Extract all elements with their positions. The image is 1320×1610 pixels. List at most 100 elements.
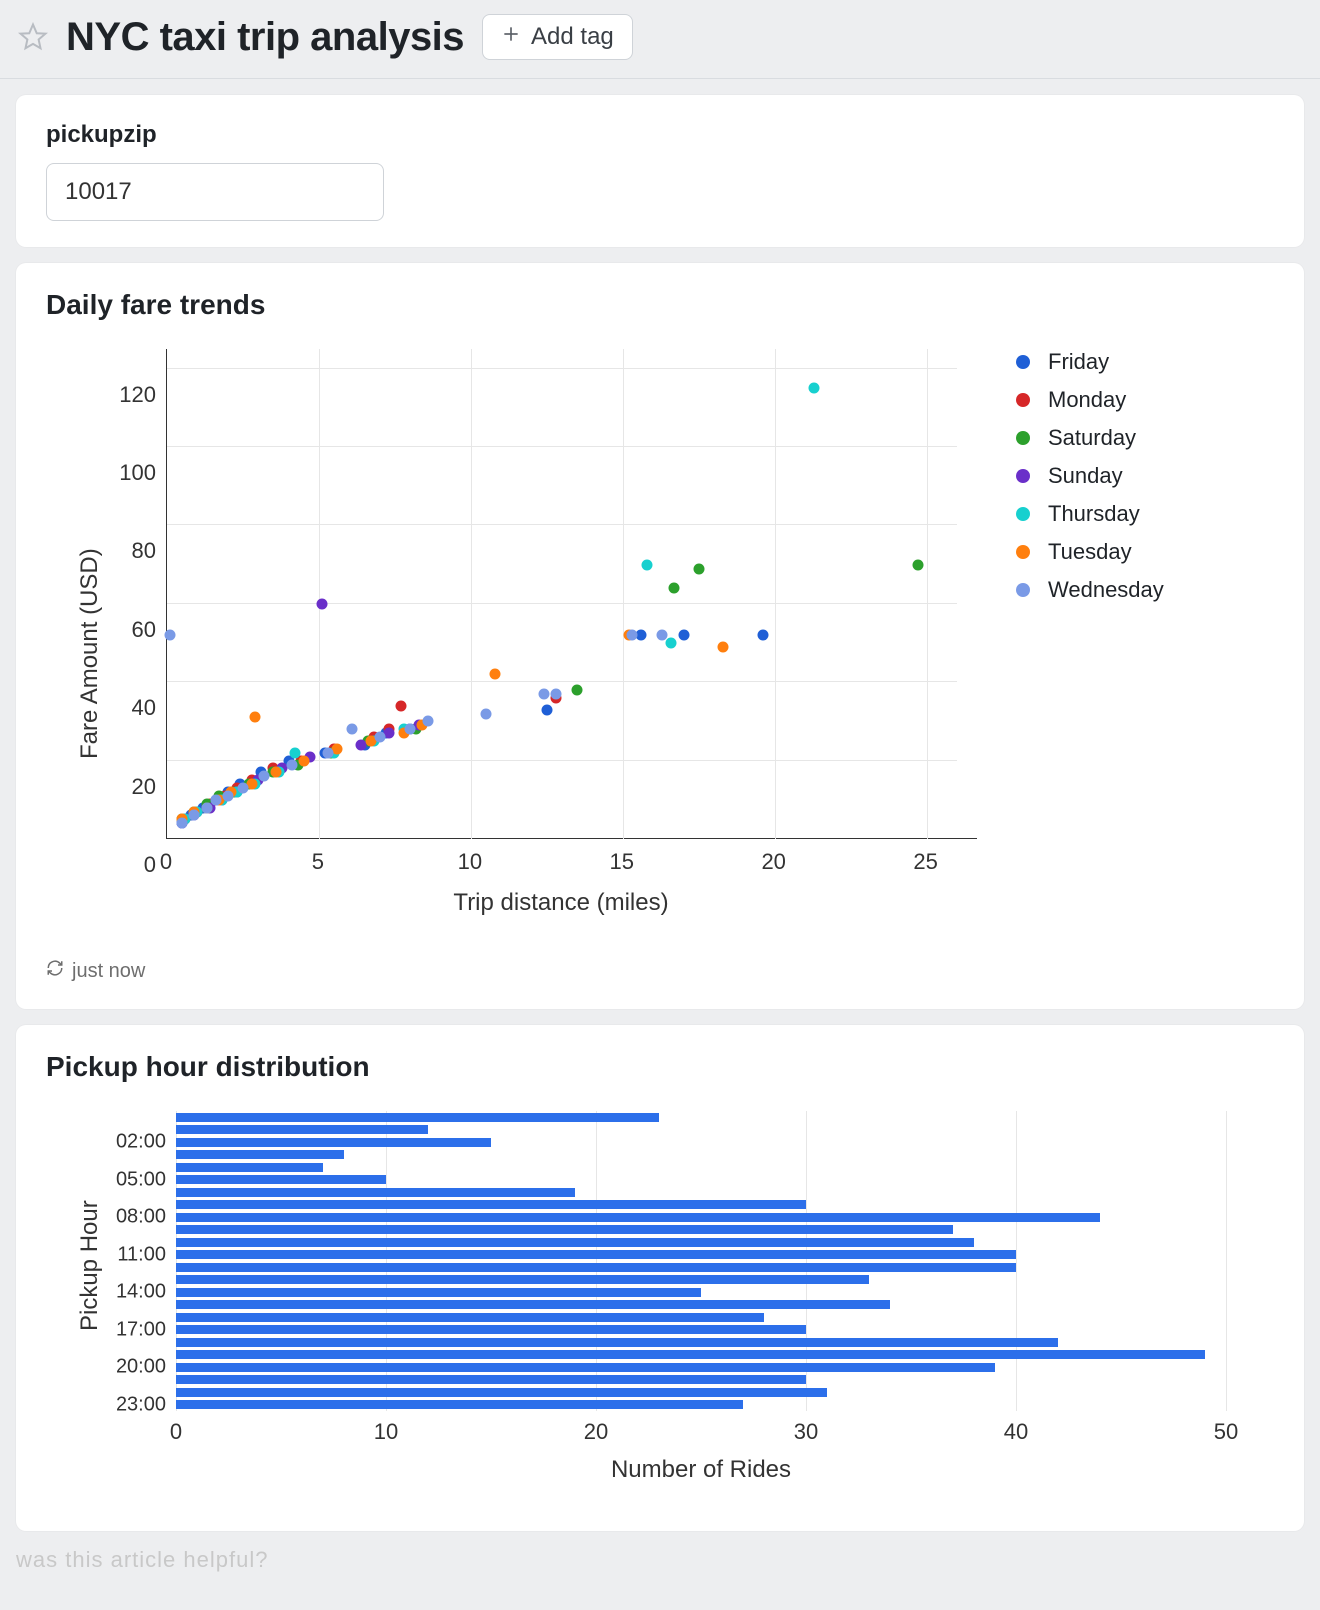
bar-y-tick: 14:00 bbox=[46, 1281, 166, 1304]
add-tag-button[interactable]: Add tag bbox=[482, 14, 633, 60]
bar-row bbox=[176, 1288, 701, 1297]
legend-swatch bbox=[1016, 431, 1030, 445]
legend-label: Monday bbox=[1048, 387, 1126, 413]
page-title: NYC taxi trip analysis bbox=[66, 15, 464, 60]
legend-item[interactable]: Saturday bbox=[1016, 425, 1164, 451]
scatter-point bbox=[626, 630, 637, 641]
scatter-x-tick: 20 bbox=[761, 849, 785, 875]
scatter-y-tick: 20 bbox=[46, 774, 156, 800]
legend-item[interactable]: Sunday bbox=[1016, 463, 1164, 489]
scatter-y-tick: 60 bbox=[46, 617, 156, 643]
scatter-point bbox=[541, 704, 552, 715]
scatter-point bbox=[642, 559, 653, 570]
legend-label: Wednesday bbox=[1048, 577, 1164, 603]
legend-label: Tuesday bbox=[1048, 539, 1132, 565]
bar-y-tick: 23:00 bbox=[46, 1393, 166, 1416]
bar-row bbox=[176, 1363, 995, 1372]
bar-chart-card: Pickup hour distribution Pickup Hour 02:… bbox=[16, 1025, 1304, 1531]
scatter-point bbox=[423, 716, 434, 727]
bar-row bbox=[176, 1238, 974, 1247]
bar-x-tick: 40 bbox=[1004, 1419, 1028, 1445]
scatter-point bbox=[550, 688, 561, 699]
scatter-point bbox=[490, 669, 501, 680]
bar-row bbox=[176, 1150, 344, 1159]
bar-row bbox=[176, 1338, 1058, 1347]
bar-y-tick: 08:00 bbox=[46, 1206, 166, 1229]
bar-y-tick: 11:00 bbox=[46, 1243, 166, 1266]
scatter-point bbox=[177, 818, 188, 829]
scatter-x-tick: 5 bbox=[312, 849, 324, 875]
scatter-point bbox=[210, 794, 221, 805]
pickupzip-input[interactable] bbox=[46, 163, 384, 221]
bar-x-tick: 20 bbox=[584, 1419, 608, 1445]
scatter-point bbox=[678, 630, 689, 641]
scatter-y-tick: 100 bbox=[46, 460, 156, 486]
parameter-card: pickupzip bbox=[16, 95, 1304, 247]
bar-row bbox=[176, 1263, 1016, 1272]
bar-row bbox=[176, 1125, 428, 1134]
scatter-point bbox=[250, 712, 261, 723]
legend-swatch bbox=[1016, 507, 1030, 521]
bar-row bbox=[176, 1375, 806, 1384]
bar-title: Pickup hour distribution bbox=[46, 1051, 1274, 1083]
legend-item[interactable]: Thursday bbox=[1016, 501, 1164, 527]
bar-plot-area bbox=[176, 1111, 1226, 1411]
scatter-point bbox=[222, 790, 233, 801]
scatter-point bbox=[271, 767, 282, 778]
scatter-x-tick: 15 bbox=[610, 849, 634, 875]
scatter-point bbox=[572, 685, 583, 696]
scatter-point bbox=[538, 688, 549, 699]
bar-row bbox=[176, 1400, 743, 1409]
bar-row bbox=[176, 1213, 1100, 1222]
scatter-point bbox=[395, 700, 406, 711]
scatter-point bbox=[323, 747, 334, 758]
bar-chart: Pickup Hour 02:0005:0008:0011:0014:0017:… bbox=[46, 1101, 1246, 1491]
legend-swatch bbox=[1016, 583, 1030, 597]
legend-item[interactable]: Wednesday bbox=[1016, 577, 1164, 603]
bar-row bbox=[176, 1275, 869, 1284]
refresh-icon bbox=[46, 959, 64, 983]
legend-item[interactable]: Friday bbox=[1016, 349, 1164, 375]
scatter-point bbox=[189, 810, 200, 821]
dashboard-header: NYC taxi trip analysis Add tag bbox=[0, 0, 1320, 79]
bar-x-tick: 30 bbox=[794, 1419, 818, 1445]
bar-y-tick: 20:00 bbox=[46, 1356, 166, 1379]
bar-row bbox=[176, 1163, 323, 1172]
scatter-y-tick: 120 bbox=[46, 382, 156, 408]
scatter-point bbox=[259, 771, 270, 782]
refresh-status[interactable]: just now bbox=[46, 959, 1274, 983]
scatter-point bbox=[405, 724, 416, 735]
scatter-title: Daily fare trends bbox=[46, 289, 1274, 321]
bar-row bbox=[176, 1388, 827, 1397]
scatter-x-tick: 10 bbox=[458, 849, 482, 875]
bar-x-tick: 10 bbox=[374, 1419, 398, 1445]
bar-row bbox=[176, 1188, 575, 1197]
bar-row bbox=[176, 1325, 806, 1334]
scatter-legend: Friday Monday Saturday Sunday Thursday Tuesda… bbox=[1016, 339, 1164, 603]
legend-swatch bbox=[1016, 355, 1030, 369]
scatter-x-axis-label: Trip distance (miles) bbox=[453, 889, 668, 917]
legend-label: Saturday bbox=[1048, 425, 1136, 451]
legend-item[interactable]: Tuesday bbox=[1016, 539, 1164, 565]
scatter-plot-area bbox=[166, 349, 957, 839]
legend-label: Sunday bbox=[1048, 463, 1123, 489]
scatter-point bbox=[201, 802, 212, 813]
refresh-label: just now bbox=[72, 960, 145, 983]
bar-row bbox=[176, 1225, 953, 1234]
bar-row bbox=[176, 1350, 1205, 1359]
scatter-point bbox=[374, 732, 385, 743]
legend-item[interactable]: Monday bbox=[1016, 387, 1164, 413]
bar-row bbox=[176, 1175, 386, 1184]
scatter-point bbox=[286, 759, 297, 770]
legend-swatch bbox=[1016, 545, 1030, 559]
favorite-star-icon[interactable] bbox=[18, 22, 48, 52]
bar-x-tick: 50 bbox=[1214, 1419, 1238, 1445]
scatter-point bbox=[347, 724, 358, 735]
scatter-y-tick: 0 bbox=[46, 852, 156, 878]
scatter-point bbox=[666, 638, 677, 649]
bar-row bbox=[176, 1300, 890, 1309]
scatter-x-tick: 0 bbox=[160, 849, 172, 875]
bar-row bbox=[176, 1250, 1016, 1259]
scatter-point bbox=[657, 630, 668, 641]
legend-label: Thursday bbox=[1048, 501, 1140, 527]
